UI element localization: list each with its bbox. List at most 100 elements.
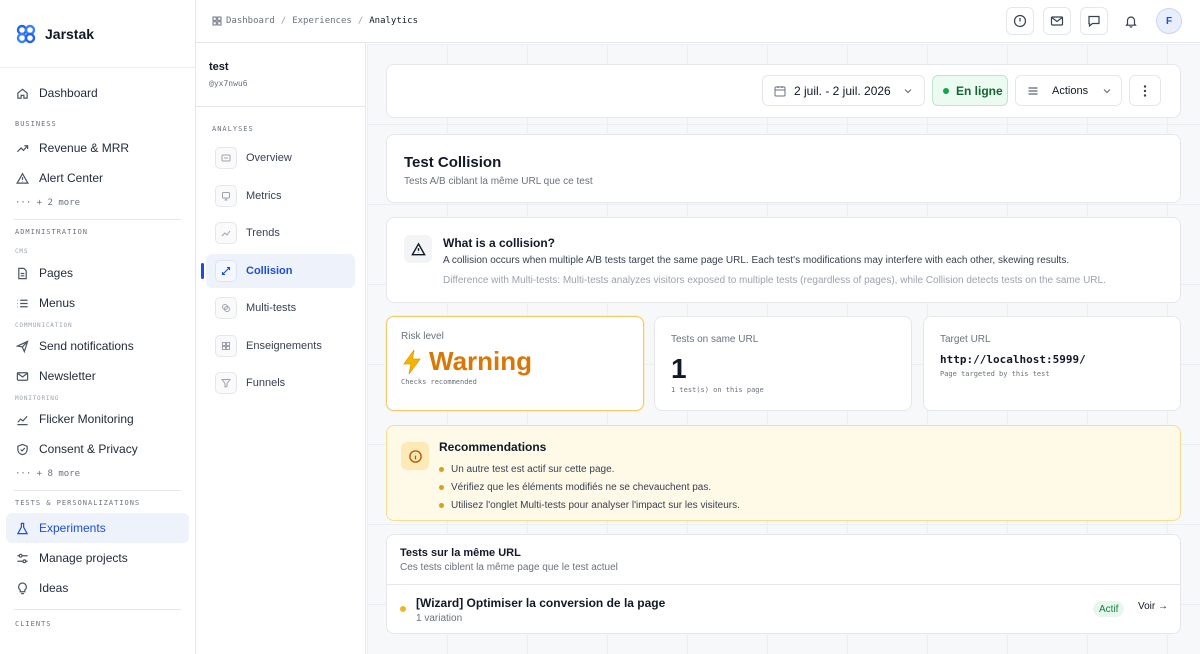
administration-more-link[interactable]: ··· + 8 more	[6, 464, 189, 484]
breadcrumb-separator: /	[280, 16, 287, 26]
document-icon	[18, 267, 27, 279]
info-circle-icon	[1013, 14, 1027, 28]
mail-icon	[16, 371, 29, 381]
test-id: @yx7nwu6	[209, 79, 248, 88]
sidebar-item-ideas[interactable]: Ideas	[6, 573, 189, 603]
sidebar-item-consent-privacy[interactable]: Consent & Privacy	[6, 434, 189, 464]
sidebar-item-newsletter[interactable]: Newsletter	[6, 361, 189, 391]
same-url-title: Tests sur la même URL	[400, 547, 521, 559]
divider	[14, 219, 181, 220]
tab-overview[interactable]: Overview	[206, 141, 355, 175]
topbar-actions: F	[997, 7, 1182, 35]
tab-label: Multi-tests	[246, 302, 297, 314]
recommendations-list: Un autre test est actif sur cette page. …	[439, 460, 740, 514]
date-range-picker[interactable]: 2 juil. - 2 juil. 2026	[762, 75, 925, 106]
sidebar-item-label: Menus	[39, 296, 76, 310]
lightbulb-icon	[17, 581, 28, 594]
sidebar-item-alert-center[interactable]: Alert Center	[6, 163, 189, 193]
sidebar-item-label: Ideas	[39, 581, 69, 595]
breadcrumb-dashboard[interactable]: Dashboard	[226, 16, 275, 26]
sidebar-item-label: Dashboard	[39, 86, 98, 100]
sidebar-item-dashboard[interactable]: Dashboard	[6, 78, 189, 108]
test-row-name: [Wizard] Optimiser la conversion de la p…	[416, 596, 666, 610]
page-subtitle: Tests A/B ciblant la même URL que ce tes…	[404, 176, 593, 187]
main-nav: Dashboard BUSINESS Revenue & MRR Alert C…	[0, 68, 195, 628]
tab-metrics[interactable]: Metrics	[206, 179, 355, 213]
tab-label: Metrics	[246, 189, 282, 202]
section-heading-tests: TESTS & PERSONALIZATIONS	[15, 499, 141, 507]
test-row-variations: 1 variation	[416, 613, 463, 624]
recommendation-icon-box	[401, 442, 429, 470]
test-name: test	[209, 61, 229, 73]
risk-value-text: Warning	[429, 346, 533, 376]
send-icon	[16, 339, 29, 353]
trending-up-icon	[16, 144, 29, 152]
sidebar-item-pages[interactable]: Pages	[6, 258, 189, 288]
tab-trends[interactable]: Trends	[206, 216, 355, 250]
sidebar-item-flicker-monitoring[interactable]: Flicker Monitoring	[6, 404, 189, 434]
tab-multi-tests[interactable]: Multi-tests	[206, 291, 355, 325]
sidebar-item-send-notifications[interactable]: Send notifications	[6, 331, 189, 361]
risk-value: Warning	[401, 346, 643, 377]
section-heading-administration: ADMINISTRATION	[15, 228, 89, 236]
breadcrumb-current: Analytics	[369, 16, 419, 26]
sidebar-item-label: Consent & Privacy	[39, 442, 138, 456]
breadcrumb-experiences[interactable]: Experiences	[292, 16, 352, 26]
sidebar-item-manage-projects[interactable]: Manage projects	[6, 543, 189, 573]
table-row[interactable]: [Wizard] Optimiser la conversion de la p…	[387, 585, 1180, 633]
subsection-heading-monitoring: MONITORING	[15, 395, 60, 402]
main-content: 2 juil. - 2 juil. 2026 En ligne Actions …	[367, 44, 1200, 654]
sidebar-item-experiments[interactable]: Experiments	[6, 513, 189, 543]
tab-funnels[interactable]: Funnels	[206, 366, 355, 400]
chat-bubble-icon	[1088, 15, 1100, 28]
collision-icon	[215, 259, 237, 282]
calendar-icon	[774, 85, 786, 96]
user-avatar[interactable]: F	[1156, 8, 1182, 34]
info-difference: Difference with Multi-tests: Multi-tests…	[443, 275, 1106, 286]
sidebar-item-label: Pages	[39, 266, 74, 280]
sidebar-item-revenue[interactable]: Revenue & MRR	[6, 133, 189, 163]
tab-enseignements[interactable]: Enseignements	[206, 329, 355, 363]
breadcrumb-separator: /	[357, 16, 364, 26]
same-url-tests-card: Tests sur la même URL Ces tests ciblent …	[386, 534, 1181, 634]
info-icon-box	[404, 235, 432, 263]
tab-collision[interactable]: Collision	[201, 253, 355, 288]
sidebar-item-label: Newsletter	[39, 369, 96, 383]
tests-count-note: 1 test(s) on this page	[671, 386, 764, 394]
recommendations-card: Recommendations Un autre test est actif …	[386, 425, 1181, 521]
list-icon	[17, 299, 28, 307]
actions-label: Actions	[1052, 84, 1089, 97]
info-description: A collision occurs when multiple A/B tes…	[443, 255, 1070, 266]
info-circle-icon	[408, 449, 422, 463]
toolbar-card: 2 juil. - 2 juil. 2026 En ligne Actions	[386, 64, 1181, 118]
sidebar-item-label: Experiments	[39, 521, 106, 535]
messages-button[interactable]	[1043, 7, 1071, 35]
more-options-button[interactable]	[1129, 75, 1161, 106]
warning-triangle-icon	[16, 171, 29, 184]
sidebar: Jarstak Dashboard BUSINESS Revenue & MRR…	[0, 0, 196, 654]
info-button[interactable]	[1006, 7, 1034, 35]
actions-dropdown[interactable]: Actions	[1015, 75, 1122, 106]
sidebar-item-menus[interactable]: Menus	[6, 288, 189, 318]
brand[interactable]: Jarstak	[0, 0, 195, 68]
warning-triangle-icon	[410, 241, 426, 255]
info-title: What is a collision?	[443, 236, 556, 250]
status-toggle[interactable]: En ligne	[932, 75, 1008, 106]
insights-icon	[215, 334, 237, 357]
view-test-link[interactable]: Voir →	[1138, 601, 1168, 612]
tab-label: Collision	[246, 264, 293, 277]
list-item: Utilisez l'onglet Multi-tests pour analy…	[439, 496, 740, 514]
divider	[14, 490, 181, 491]
notifications-button[interactable]	[1117, 7, 1145, 35]
feedback-button[interactable]	[1080, 7, 1108, 35]
breadcrumb: Dashboard / Experiences / Analytics	[196, 16, 418, 26]
menu-icon	[1028, 86, 1038, 95]
bullet	[439, 466, 444, 472]
recommendation-text: Vérifiez que les éléments modifiés ne se…	[451, 481, 712, 493]
business-more-link[interactable]: ··· + 2 more	[6, 193, 189, 213]
grid-icon	[212, 16, 222, 26]
section-heading-business: BUSINESS	[15, 120, 57, 128]
bell-icon	[1125, 16, 1137, 28]
risk-label: Risk level	[401, 331, 444, 342]
sidebar-item-label: Manage projects	[39, 551, 128, 565]
